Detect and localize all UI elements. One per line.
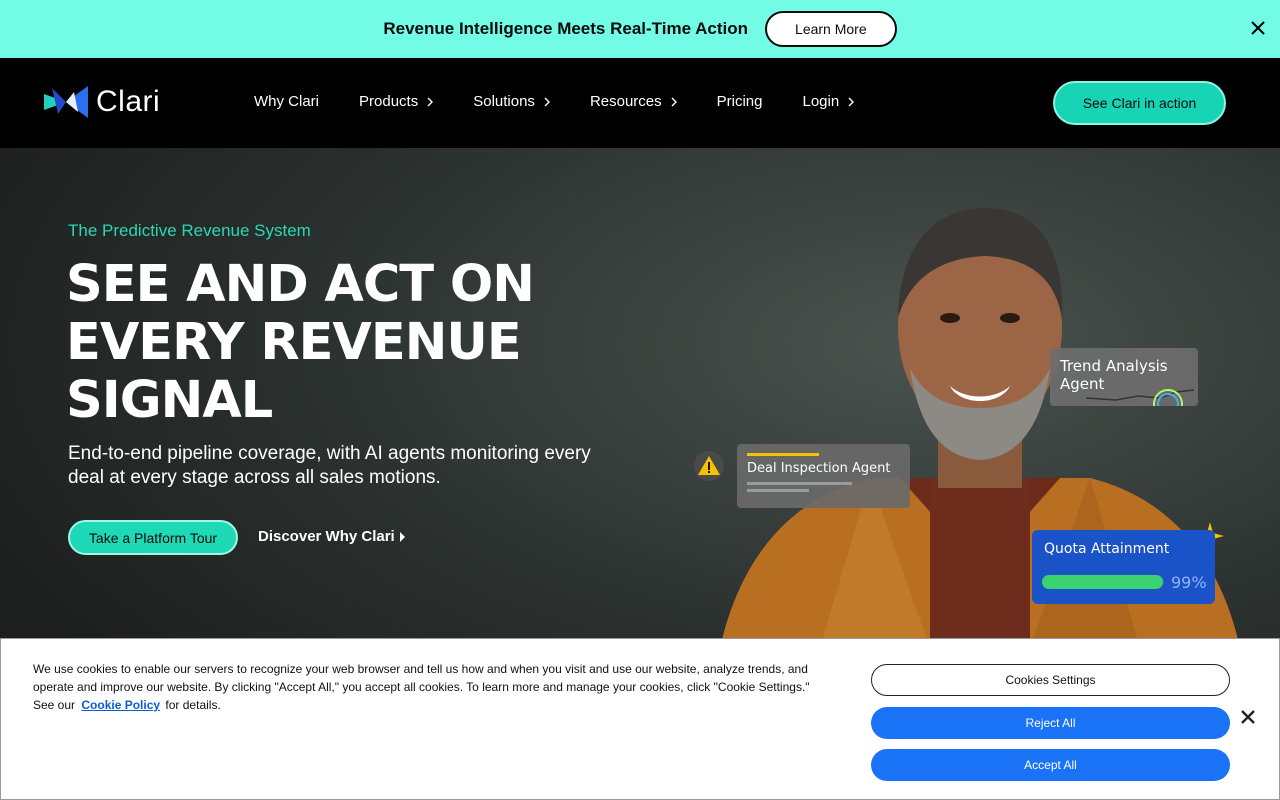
quota-attainment-card: Quota Attainment 99% (1032, 530, 1215, 604)
close-icon[interactable] (1246, 16, 1270, 40)
nav-item-why-clari[interactable]: Why Clari (254, 93, 319, 110)
promo-banner: Revenue Intelligence Meets Real-Time Act… (0, 0, 1280, 58)
main-nav: Clari Why Clari Products Solutions Resou… (0, 58, 1280, 148)
headline-line: SIGNAL (66, 371, 273, 430)
nav-item-label: Products (359, 93, 419, 110)
logo-text: Clari (96, 85, 161, 118)
trend-line-icon (1085, 389, 1195, 406)
learn-more-button[interactable]: Learn More (765, 11, 897, 47)
nav-item-pricing[interactable]: Pricing (717, 93, 763, 110)
nav-item-label: Login (802, 93, 840, 110)
cookie-policy-link[interactable]: Cookie Policy (81, 698, 160, 712)
nav-item-label: Resources (589, 93, 662, 110)
headline-line: EVERY REVENUE (66, 313, 522, 372)
chevron-right-icon (671, 97, 677, 106)
quota-progress-fill (1042, 575, 1163, 589)
close-icon[interactable] (1240, 709, 1256, 725)
discover-why-clari-link[interactable]: Discover Why Clari (258, 528, 405, 545)
caret-right-icon (399, 531, 405, 542)
hero-headline: SEE AND ACT ON EVERY REVENUE SIGNAL (66, 256, 626, 430)
nav-item-products[interactable]: Products (359, 93, 434, 110)
deal-inspection-label: Deal Inspection Agent (747, 461, 891, 476)
clari-logo[interactable]: Clari (44, 84, 160, 120)
hero-eyebrow: The Predictive Revenue System (68, 221, 311, 240)
platform-tour-button[interactable]: Take a Platform Tour (68, 520, 238, 555)
nav-items: Why Clari Products Solutions Resources P… (254, 93, 894, 110)
deal-inspection-card: Deal Inspection Agent (737, 444, 910, 508)
nav-item-label: Solutions (473, 93, 535, 110)
warning-icon (694, 451, 724, 486)
nav-item-label: Pricing (716, 93, 763, 110)
cookie-text-end: for details. (165, 698, 221, 712)
nav-item-label: Why Clari (254, 93, 320, 110)
nav-item-resources[interactable]: Resources (590, 93, 677, 110)
deal-placeholder-line (747, 489, 809, 492)
clari-logo-icon (44, 86, 88, 118)
nav-item-login[interactable]: Login (803, 93, 855, 110)
hero-subhead: End-to-end pipeline coverage, with AI ag… (68, 443, 591, 488)
discover-label: Discover Why Clari (258, 528, 395, 545)
quota-progress-bar (1042, 575, 1164, 589)
headline-line: SEE AND ACT ON (66, 255, 535, 314)
cookies-settings-button[interactable]: Cookies Settings (871, 664, 1230, 696)
trend-analysis-card: Trend Analysis Agent (1050, 348, 1198, 406)
deal-placeholder-line (747, 482, 852, 485)
quota-attainment-label: Quota Attainment (1044, 541, 1170, 557)
nav-item-solutions[interactable]: Solutions (473, 93, 550, 110)
chevron-right-icon (848, 97, 855, 106)
quota-attainment-value: 99% (1171, 573, 1207, 592)
chevron-right-icon (427, 97, 434, 106)
promo-text: Revenue Intelligence Meets Real-Time Act… (383, 19, 749, 38)
chevron-right-icon (544, 97, 550, 106)
cookie-text: We use cookies to enable our servers to … (33, 660, 823, 714)
accept-all-button[interactable]: Accept All (871, 749, 1230, 781)
see-clari-in-action-button[interactable]: See Clari in action (1053, 81, 1226, 125)
reject-all-button[interactable]: Reject All (871, 707, 1230, 739)
cookie-banner: We use cookies to enable our servers to … (0, 638, 1280, 800)
deal-progress-line (747, 453, 819, 456)
